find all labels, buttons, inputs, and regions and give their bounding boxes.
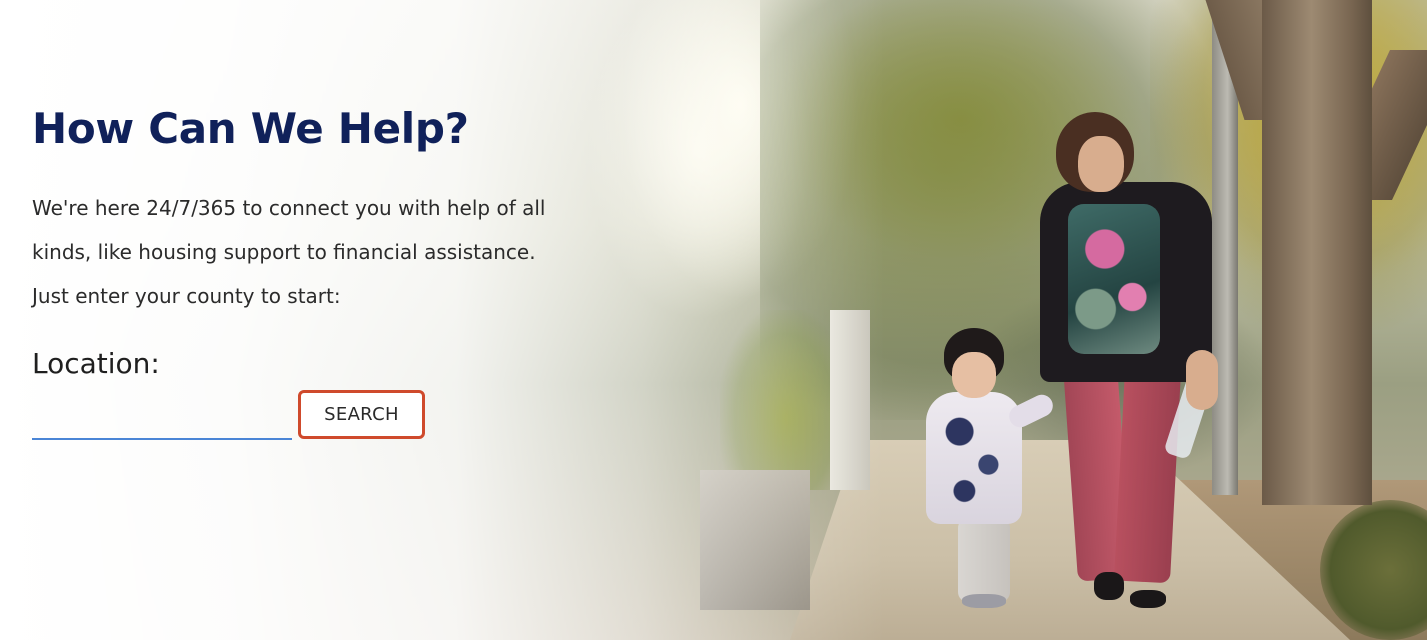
search-button[interactable]: SEARCH — [298, 390, 425, 439]
page-title: How Can We Help? — [32, 104, 469, 153]
hero-section: How Can We Help? We're here 24/7/365 to … — [0, 0, 1427, 640]
location-input[interactable] — [32, 400, 292, 440]
left-white-fade — [0, 0, 1427, 640]
location-label: Location: — [32, 347, 160, 380]
hero-description: We're here 24/7/365 to connect you with … — [32, 196, 546, 308]
